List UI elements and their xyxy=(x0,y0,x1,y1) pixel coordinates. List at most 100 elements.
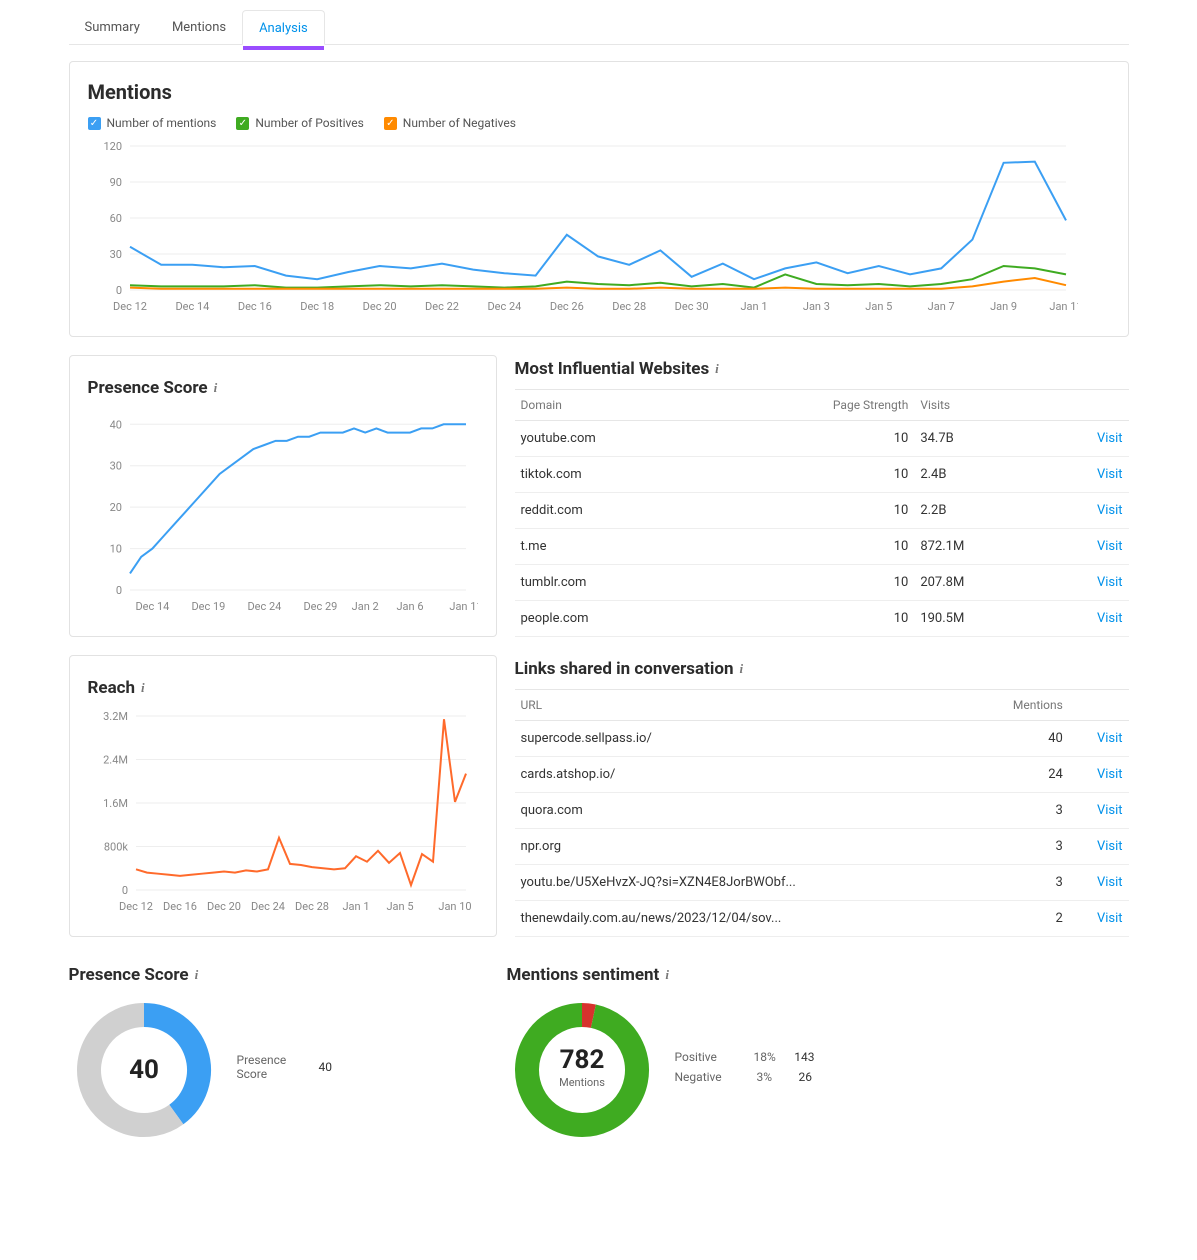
info-icon[interactable]: i xyxy=(740,661,744,677)
table-row: tiktok.com102.4BVisit xyxy=(515,457,1129,493)
links-title: Links shared in conversation xyxy=(515,659,734,679)
svg-text:Dec 22: Dec 22 xyxy=(425,300,459,313)
table-row: youtube.com1034.7BVisit xyxy=(515,421,1129,457)
svg-text:Dec 24: Dec 24 xyxy=(247,600,281,613)
tab-summary[interactable]: Summary xyxy=(69,10,156,44)
checkbox-icon: ✓ xyxy=(384,117,397,130)
svg-text:Jan 1: Jan 1 xyxy=(740,300,767,313)
svg-text:Dec 19: Dec 19 xyxy=(191,600,225,613)
svg-text:Jan 11: Jan 11 xyxy=(1049,300,1078,313)
visit-link[interactable]: Visit xyxy=(1097,839,1123,854)
svg-text:40: 40 xyxy=(129,1055,159,1085)
table-row: cards.atshop.io/24Visit xyxy=(515,757,1129,793)
svg-text:Dec 20: Dec 20 xyxy=(362,300,396,313)
presence-donut-panel: Presence Score i 40 Presence Score 40 xyxy=(69,961,489,1145)
mentions-title: Mentions xyxy=(88,80,1110,104)
websites-panel: Most Influential Websites i Domain Page … xyxy=(515,355,1129,637)
visit-link[interactable]: Visit xyxy=(1097,431,1123,446)
websites-title: Most Influential Websites xyxy=(515,359,710,379)
presence-chart: 0 10 20 30 40 Dec 14 Dec 19 Dec 24 Dec 29 Jan 2 Ja… xyxy=(88,408,478,618)
visit-link[interactable]: Visit xyxy=(1097,767,1123,782)
svg-text:Dec 29: Dec 29 xyxy=(303,600,337,613)
col-visits: Visits xyxy=(914,390,1042,421)
checkbox-icon: ✓ xyxy=(88,117,101,130)
websites-table: Domain Page Strength Visits youtube.com1… xyxy=(515,389,1129,637)
visit-link[interactable]: Visit xyxy=(1097,731,1123,746)
svg-text:120: 120 xyxy=(103,140,122,153)
svg-text:Dec 24: Dec 24 xyxy=(251,900,285,913)
info-icon[interactable]: i xyxy=(665,967,669,983)
svg-text:Dec 16: Dec 16 xyxy=(163,900,197,913)
svg-text:Jan 10: Jan 10 xyxy=(438,900,471,913)
svg-text:Jan 9: Jan 9 xyxy=(990,300,1017,313)
svg-text:Dec 26: Dec 26 xyxy=(549,300,583,313)
reach-panel: Reach i 0800k1.6M2.4M3.2MDec 12Dec 16Dec… xyxy=(69,655,497,937)
mentions-legend: ✓ Number of mentions ✓ Number of Positiv… xyxy=(88,116,1110,130)
table-row: tumblr.com10207.8MVisit xyxy=(515,565,1129,601)
table-row: reddit.com102.2BVisit xyxy=(515,493,1129,529)
col-domain: Domain xyxy=(515,390,715,421)
visit-link[interactable]: Visit xyxy=(1097,875,1123,890)
presence-title: Presence Score xyxy=(88,378,208,398)
table-row: npr.org3Visit xyxy=(515,829,1129,865)
links-panel: Links shared in conversation i URL Menti… xyxy=(515,655,1129,937)
visit-link[interactable]: Visit xyxy=(1097,911,1123,926)
mentions-panel: Mentions ✓ Number of mentions ✓ Number o… xyxy=(69,61,1129,337)
svg-text:Dec 18: Dec 18 xyxy=(300,300,334,313)
svg-text:Dec 24: Dec 24 xyxy=(487,300,521,313)
info-icon[interactable]: i xyxy=(214,380,218,396)
sentiment-donut-panel: Mentions sentiment i 782Mentions Positiv… xyxy=(507,961,1129,1145)
svg-text:800k: 800k xyxy=(103,841,128,854)
tab-mentions[interactable]: Mentions xyxy=(156,10,242,44)
sentiment-donut: 782Mentions xyxy=(507,995,657,1145)
visit-link[interactable]: Visit xyxy=(1097,539,1123,554)
checkbox-icon: ✓ xyxy=(236,117,249,130)
reach-chart: 0800k1.6M2.4M3.2MDec 12Dec 16Dec 20Dec 2… xyxy=(88,708,478,918)
svg-text:30: 30 xyxy=(109,460,121,473)
col-url: URL xyxy=(515,690,971,721)
svg-text:1.6M: 1.6M xyxy=(103,797,128,810)
visit-link[interactable]: Visit xyxy=(1097,503,1123,518)
svg-text:Jan 6: Jan 6 xyxy=(396,600,423,613)
table-row: quora.com3Visit xyxy=(515,793,1129,829)
svg-text:2.4M: 2.4M xyxy=(103,754,128,767)
svg-text:Jan 1: Jan 1 xyxy=(342,900,369,913)
tab-analysis[interactable]: Analysis xyxy=(242,10,325,45)
svg-text:30: 30 xyxy=(109,248,121,261)
col-mentions: Mentions xyxy=(970,690,1068,721)
svg-text:Dec 16: Dec 16 xyxy=(237,300,271,313)
svg-text:60: 60 xyxy=(109,212,121,225)
mentions-chart: 0306090120Dec 12Dec 14Dec 16Dec 18Dec 20… xyxy=(88,138,1078,318)
svg-text:Dec 28: Dec 28 xyxy=(612,300,646,313)
legend-item-mentions[interactable]: ✓ Number of mentions xyxy=(88,116,217,130)
info-icon[interactable]: i xyxy=(715,361,719,377)
legend-item-negatives[interactable]: ✓ Number of Negatives xyxy=(384,116,516,130)
svg-text:3.2M: 3.2M xyxy=(103,710,128,723)
svg-text:Dec 12: Dec 12 xyxy=(113,300,147,313)
svg-text:Dec 14: Dec 14 xyxy=(175,300,209,313)
table-row: thenewdaily.com.au/news/2023/12/04/sov..… xyxy=(515,901,1129,937)
svg-text:0: 0 xyxy=(115,584,121,597)
info-icon[interactable]: i xyxy=(195,967,199,983)
presence-donut: 40 xyxy=(69,995,219,1145)
visit-link[interactable]: Visit xyxy=(1097,803,1123,818)
svg-text:0: 0 xyxy=(121,884,127,897)
presence-donut-title: Presence Score xyxy=(69,965,189,985)
legend-item-positives[interactable]: ✓ Number of Positives xyxy=(236,116,363,130)
svg-text:40: 40 xyxy=(109,418,121,431)
sentiment-title: Mentions sentiment xyxy=(507,965,660,985)
svg-text:20: 20 xyxy=(109,501,121,514)
svg-text:Dec 14: Dec 14 xyxy=(135,600,169,613)
info-icon[interactable]: i xyxy=(141,680,145,696)
svg-text:Mentions: Mentions xyxy=(559,1076,605,1089)
visit-link[interactable]: Visit xyxy=(1097,611,1123,626)
svg-text:Jan 7: Jan 7 xyxy=(927,300,954,313)
visit-link[interactable]: Visit xyxy=(1097,575,1123,590)
visit-link[interactable]: Visit xyxy=(1097,467,1123,482)
tabs: Summary Mentions Analysis xyxy=(69,10,1129,45)
svg-text:782: 782 xyxy=(559,1045,604,1075)
presence-donut-legend: Presence Score 40 xyxy=(237,1053,377,1081)
table-row: t.me10872.1MVisit xyxy=(515,529,1129,565)
svg-text:Jan 2: Jan 2 xyxy=(351,600,378,613)
svg-text:10: 10 xyxy=(109,543,121,556)
